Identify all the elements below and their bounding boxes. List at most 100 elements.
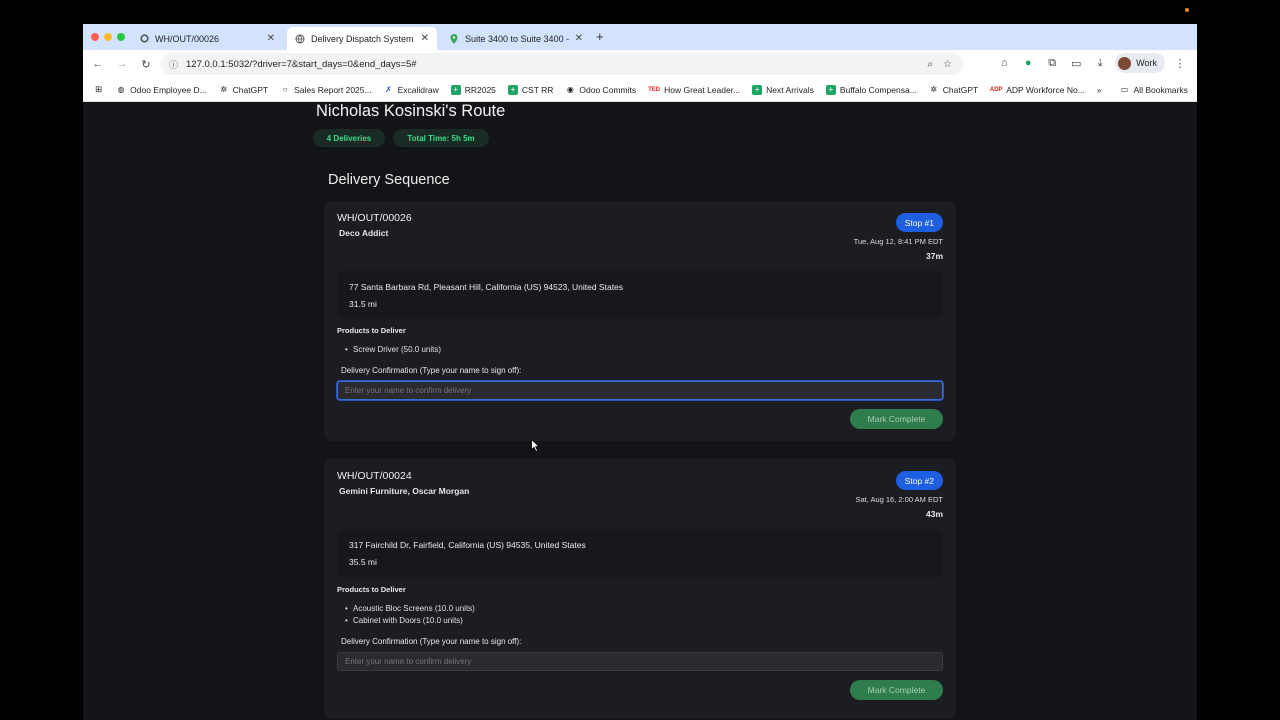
excalidraw-icon: ✗ <box>385 85 392 94</box>
bookmark-item[interactable]: + Buffalo Compensa... <box>825 84 917 95</box>
tab-title: Suite 3400 to Suite 3400 - G <box>465 33 569 44</box>
bookmark-label: All Bookmarks <box>1133 84 1188 95</box>
avatar <box>1118 56 1132 70</box>
odoo-circle-icon <box>139 34 149 44</box>
product-item: Acoustic Bloc Screens (10.0 units) <box>345 604 475 613</box>
sheets-icon: + <box>825 84 836 95</box>
scheduled-datetime: Tue, Aug 12, 8:41 PM EDT <box>853 237 943 246</box>
page-content: Nicholas Kosinski's Route 4 Deliveries T… <box>83 102 1197 720</box>
tab-strip: WH/OUT/00026 ✕ Delivery Dispatch System … <box>83 24 1197 50</box>
travel-duration: 37m <box>925 251 943 261</box>
confirmation-label: Delivery Confirmation (Type your name to… <box>341 366 522 375</box>
forward-arrow-icon[interactable]: → <box>111 53 133 75</box>
folder-icon: ▭ <box>1120 85 1129 94</box>
close-tab-icon[interactable]: ✕ <box>575 33 583 44</box>
close-tab-icon[interactable]: ✕ <box>267 33 275 44</box>
bookmarks-bar: ⊞ ◍ Odoo Employee D... ✲ ChatGPT ○ Sales Re… <box>83 78 1197 102</box>
maps-pin-icon <box>449 33 459 44</box>
reload-icon[interactable]: ↻ <box>135 53 157 75</box>
signature-input[interactable] <box>337 652 943 671</box>
confirmation-label: Delivery Confirmation (Type your name to… <box>341 637 522 646</box>
bookmark-label: Buffalo Compensa... <box>839 84 917 95</box>
site-info-icon[interactable]: ⓘ <box>169 58 178 71</box>
menu-kebab-icon[interactable]: ⋮ <box>1171 53 1189 73</box>
close-tab-icon[interactable]: ✕ <box>421 33 429 44</box>
window-controls <box>91 33 125 41</box>
bookmark-label: Next Arrivals <box>766 84 814 95</box>
bookmark-item[interactable]: + Next Arrivals <box>752 84 814 95</box>
browser-window: WH/OUT/00026 ✕ Delivery Dispatch System … <box>83 24 1197 720</box>
sheets-icon: + <box>752 84 763 95</box>
delivery-code: WH/OUT/00024 <box>337 470 412 482</box>
sheets-icon: + <box>507 84 518 95</box>
bookmark-label: ADP Workforce No... <box>1006 84 1085 95</box>
signature-input[interactable] <box>337 381 943 400</box>
tab-title: Delivery Dispatch System <box>311 33 414 44</box>
bookmark-item[interactable]: ADP ADP Workforce No... <box>990 85 1085 95</box>
minimize-window-button[interactable] <box>104 33 112 41</box>
bookmark-item[interactable]: ○ Sales Report 2025... <box>280 85 372 95</box>
tab-title: WH/OUT/00026 <box>155 33 220 44</box>
odoo-circle-icon: ○ <box>282 85 288 94</box>
bookmark-label: Odoo Employee D... <box>130 84 207 95</box>
mouse-cursor-icon <box>531 438 540 455</box>
all-bookmarks-button[interactable]: ▭ All Bookmarks <box>1120 85 1188 95</box>
stop-badge: Stop #2 <box>895 471 943 490</box>
chatgpt-icon: ✲ <box>220 85 228 94</box>
zoom-search-icon[interactable]: ⌕ <box>927 59 933 70</box>
bookmark-item[interactable]: ◍ Odoo Employee D... <box>116 85 207 95</box>
bookmark-label: Sales Report 2025... <box>294 84 372 95</box>
maximize-window-button[interactable] <box>117 33 125 41</box>
profile-button[interactable]: Work <box>1115 53 1165 73</box>
bookmark-item[interactable]: ✲ ChatGPT <box>929 85 978 95</box>
bookmark-label: RR2025 <box>464 84 496 95</box>
delivery-address: 317 Fairchild Dr, Fairfield, California … <box>349 540 586 550</box>
extensions-puzzle-icon[interactable]: ⧉ <box>1043 53 1061 73</box>
extension-grammarly-icon[interactable]: ● <box>1019 53 1037 73</box>
sheets-icon: + <box>450 84 461 95</box>
address-bar[interactable]: ⓘ 127.0.0.1:5032/?driver=7&start_days=0&… <box>161 53 963 75</box>
tab-maps[interactable]: Suite 3400 to Suite 3400 - G ✕ <box>441 27 591 50</box>
close-window-button[interactable] <box>91 33 99 41</box>
more-bookmarks-icon[interactable]: » <box>1097 85 1102 95</box>
back-arrow-icon[interactable]: ← <box>87 53 109 75</box>
bookmark-star-icon[interactable]: ☆ <box>943 59 952 70</box>
globe-icon: ◍ <box>117 85 125 94</box>
mark-complete-button[interactable]: Mark Complete <box>850 680 943 700</box>
address-box: 77 Santa Barbara Rd, Pleasant Hill, Cali… <box>337 271 943 319</box>
mark-complete-button[interactable]: Mark Complete <box>850 409 943 429</box>
address-box: 317 Fairchild Dr, Fairfield, California … <box>337 529 943 577</box>
delivery-sequence-heading: Delivery Sequence <box>328 172 450 188</box>
download-icon[interactable]: ⤓ <box>1091 53 1109 73</box>
deliveries-count-badge: 4 Deliveries <box>313 129 385 147</box>
delivery-code: WH/OUT/00026 <box>337 212 412 224</box>
tab-dispatch[interactable]: Delivery Dispatch System ✕ <box>287 27 437 50</box>
bookmark-item[interactable]: + CST RR <box>507 84 553 95</box>
product-item: Cabinet with Doors (10.0 units) <box>345 616 463 625</box>
new-tab-icon[interactable]: + <box>596 29 604 44</box>
url-text: 127.0.0.1:5032/?driver=7&start_days=0&en… <box>186 58 417 70</box>
cast-icon[interactable]: ▭ <box>1067 53 1085 73</box>
route-title: Nicholas Kosinski's Route <box>316 102 506 120</box>
travel-duration: 43m <box>925 509 943 519</box>
products-heading: Products to Deliver <box>337 326 406 335</box>
bookmark-item[interactable]: + RR2025 <box>450 84 496 95</box>
profile-label: Work <box>1136 58 1157 68</box>
bookmark-item[interactable]: TED How Great Leader... <box>648 85 740 95</box>
bookmark-label: Excalidraw <box>397 84 439 95</box>
extension-house-icon[interactable]: ⌂ <box>995 53 1013 73</box>
bookmark-item[interactable]: ◉ Odoo Commits <box>565 85 636 95</box>
toolbar-actions: ⌂ ● ⧉ ▭ ⤓ Work ⋮ <box>995 53 1189 73</box>
browser-toolbar: ← → ↻ ⓘ 127.0.0.1:5032/?driver=7&start_d… <box>83 50 1197 78</box>
bookmark-label: Odoo Commits <box>579 84 637 95</box>
bookmark-label: ChatGPT <box>232 84 269 95</box>
bookmark-label: How Great Leader... <box>664 84 741 95</box>
apps-grid-icon[interactable]: ⊞ <box>95 84 102 95</box>
ted-icon: TED <box>648 86 661 93</box>
bookmark-item[interactable]: ✲ ChatGPT <box>219 85 268 95</box>
customer-name: Deco Addict <box>339 228 389 238</box>
bookmark-label: ChatGPT <box>942 84 979 95</box>
tab-wh-out[interactable]: WH/OUT/00026 ✕ <box>131 27 283 50</box>
bookmark-item[interactable]: ✗ Excalidraw <box>384 84 439 95</box>
globe-icon <box>295 34 305 44</box>
